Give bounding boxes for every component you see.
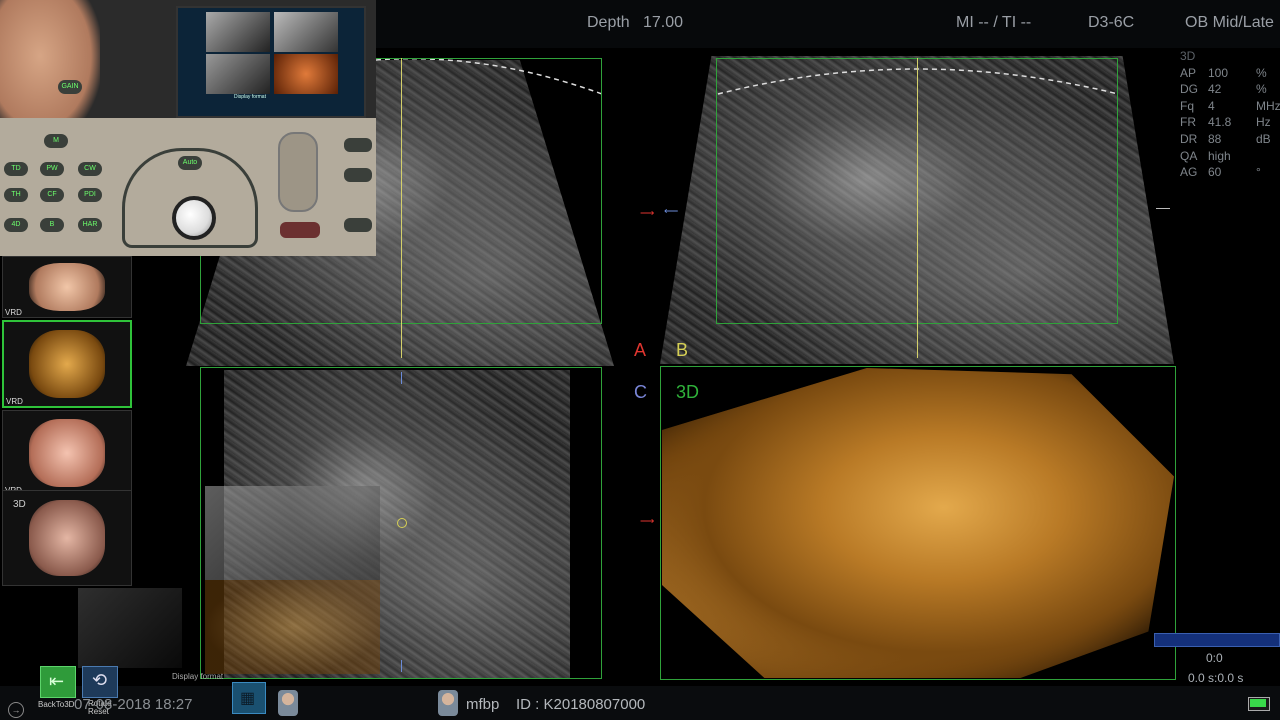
param-row-fq: Fq 4 MHz xyxy=(1180,98,1280,113)
param-row-dr: DR 88 dB xyxy=(1180,131,1271,146)
rotate-icon: ⟲ xyxy=(92,670,108,690)
thumbnail-2[interactable]: VRD xyxy=(2,320,132,408)
ghost-overlay-top xyxy=(205,486,380,580)
pane-a-red-marker: ⟶ xyxy=(640,208,655,219)
pane-b-reference-line[interactable] xyxy=(917,58,918,358)
crosshair-point[interactable] xyxy=(397,518,407,528)
touchscreen: Display format xyxy=(176,6,366,118)
thumbnail-4[interactable]: 3D xyxy=(2,490,132,586)
back-arrow-icon: ⇤ xyxy=(49,671,65,691)
user-avatar-small xyxy=(278,690,298,716)
back-to-3d-button[interactable]: ⇤ xyxy=(40,666,76,698)
preset-name: OB Mid/Late xyxy=(1185,14,1274,31)
param-mode: 3D xyxy=(1180,49,1196,63)
quad-layout-icon: ▦ xyxy=(240,690,256,707)
pane-c-top-marker xyxy=(401,372,402,384)
ghost-overlay-bottom xyxy=(205,580,380,674)
console-camera-inset: Display format TD PW CW TH CF PDI 4D B H… xyxy=(0,0,376,256)
param-row-ag: AG 60 ° xyxy=(1180,165,1261,180)
battery-icon xyxy=(1248,697,1270,711)
cine-time: 0.0 s:0.0 s xyxy=(1188,671,1244,685)
mi-ti-readout: MI -- / TI -- xyxy=(956,14,1032,31)
depth-label: Depth xyxy=(587,14,630,31)
display-format-button[interactable]: ▦ xyxy=(232,682,266,714)
exit-icon[interactable]: → xyxy=(8,702,24,718)
patient-id: ID : K20180807000 xyxy=(516,696,646,713)
pane-b-marker xyxy=(1156,208,1170,209)
pane-3d-render[interactable] xyxy=(662,368,1174,678)
cine-scale-bar[interactable] xyxy=(1154,633,1280,647)
pane-a-label: A xyxy=(634,340,647,360)
pane-b-label: B xyxy=(676,340,689,360)
param-row-ap: AP 100% xyxy=(1180,65,1267,80)
pane-c-red-marker: ⟶ xyxy=(640,516,655,527)
param-row-qa: QA high xyxy=(1180,148,1231,163)
cine-position: 0:0 xyxy=(1206,651,1223,665)
thumbnail-1[interactable]: VRD xyxy=(2,256,132,318)
pane-a-blue-marker: ⟵ xyxy=(664,206,679,217)
touchscreen-title: Display format xyxy=(234,94,266,100)
datetime: 07-08-2018 18:27 xyxy=(74,696,193,713)
trackball xyxy=(172,196,216,240)
display-format-label: Display format xyxy=(172,672,224,681)
pane-c-bottom-marker xyxy=(401,660,402,672)
pane-c-label: C xyxy=(634,382,647,402)
param-row-dg: DG 42% xyxy=(1180,82,1267,97)
param-row-fr: FR 41.8 Hz xyxy=(1180,115,1271,130)
imaging-parameters: 3D AP 100% DG 42% Fq 4 MHz FR 41.8 Hz DR 88 dB Q… xyxy=(1180,48,1280,181)
rotate-reset-button[interactable]: ⟲ xyxy=(82,666,118,698)
probe-name: D3-6C xyxy=(1088,14,1135,31)
depth-value: 17.00 xyxy=(643,14,684,31)
pane-a-reference-line[interactable] xyxy=(401,58,402,358)
user-avatar xyxy=(438,690,458,716)
thumbnail-3[interactable]: VRD xyxy=(2,410,132,496)
user-name: mfbp xyxy=(466,696,500,713)
ghost-thumbnail xyxy=(78,588,182,668)
back-to-3d-label: BackTo3D xyxy=(38,700,75,709)
